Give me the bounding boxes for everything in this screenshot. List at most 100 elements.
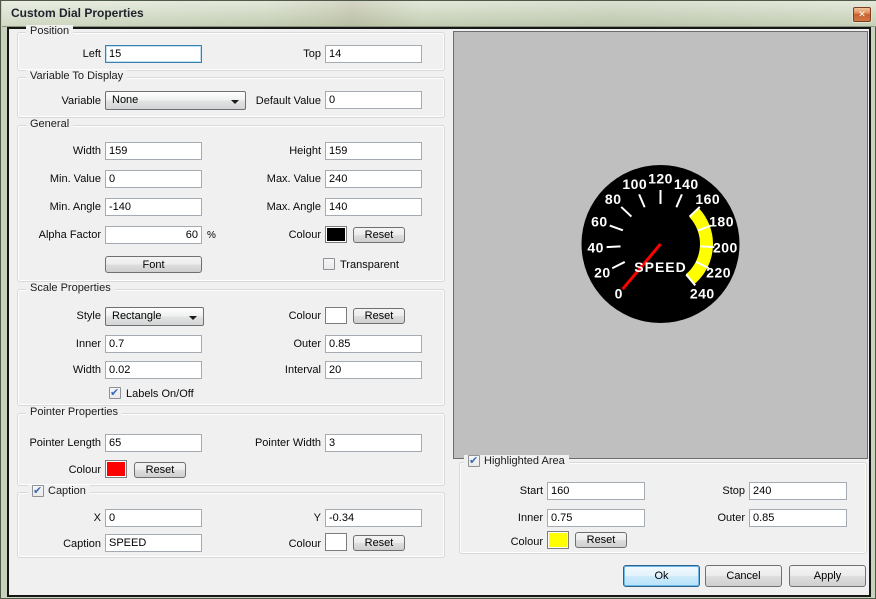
alpha-factor-field[interactable] <box>105 226 202 244</box>
caption-reset-button[interactable]: Reset <box>353 535 405 551</box>
top-field[interactable] <box>325 45 422 63</box>
default-value-label: Default Value <box>251 95 321 107</box>
transparent-label: Transparent <box>340 259 399 271</box>
window-title: Custom Dial Properties <box>11 6 144 20</box>
scale-outer-label: Outer <box>251 338 321 350</box>
close-button[interactable]: ✕ <box>853 7 871 22</box>
caption-y-label: Y <box>251 512 321 524</box>
pointer-length-label: Pointer Length <box>21 437 101 449</box>
max-value-label: Max. Value <box>251 173 321 185</box>
scale-colour-swatch[interactable] <box>325 307 347 324</box>
scale-interval-label: Interval <box>251 364 321 376</box>
top-label: Top <box>261 48 321 60</box>
highlight-inner-label: Inner <box>483 512 543 524</box>
caption-colour-swatch[interactable] <box>325 533 347 551</box>
variable-label: Variable <box>31 95 101 107</box>
variable-select[interactable]: None <box>105 91 246 110</box>
chevron-down-icon <box>231 100 239 104</box>
highlight-start-label: Start <box>483 485 543 497</box>
transparent-checkbox[interactable] <box>323 258 335 270</box>
general-reset-button[interactable]: Reset <box>353 227 405 243</box>
caption-text-label: Caption <box>31 538 101 550</box>
pointer-colour-swatch[interactable] <box>105 460 127 478</box>
svg-text:SPEED: SPEED <box>634 259 686 275</box>
highlight-stop-label: Stop <box>685 485 745 497</box>
svg-text:160: 160 <box>695 191 720 207</box>
scale-width-label: Width <box>31 364 101 376</box>
variable-select-value: None <box>112 94 138 106</box>
caption-x-label: X <box>31 512 101 524</box>
apply-button[interactable]: Apply <box>789 565 866 587</box>
general-group-label: General <box>26 118 73 130</box>
scale-colour-label: Colour <box>251 310 321 322</box>
cancel-button[interactable]: Cancel <box>705 565 782 587</box>
general-colour-swatch[interactable] <box>325 226 347 243</box>
scale-style-label: Style <box>31 310 101 322</box>
dial-preview: 020 40 60 80100120140160 180 200 220 240SPEED <box>453 31 868 459</box>
pointer-width-label: Pointer Width <box>241 437 321 449</box>
max-angle-label: Max. Angle <box>251 201 321 213</box>
max-value-field[interactable] <box>325 170 422 188</box>
svg-text:40: 40 <box>587 239 604 255</box>
svg-text:140: 140 <box>674 176 699 192</box>
width-label: Width <box>31 145 101 157</box>
pointer-length-field[interactable] <box>105 434 202 452</box>
caption-colour-label: Colour <box>251 538 321 550</box>
left-field[interactable] <box>105 45 202 63</box>
position-group-label: Position <box>26 25 73 37</box>
svg-text:100: 100 <box>622 176 647 192</box>
min-angle-field[interactable] <box>105 198 202 216</box>
svg-text:240: 240 <box>690 285 715 301</box>
font-button[interactable]: Font <box>105 256 202 273</box>
highlight-checkbox[interactable] <box>468 455 480 467</box>
chevron-down-icon <box>189 316 197 320</box>
min-value-field[interactable] <box>105 170 202 188</box>
svg-text:180: 180 <box>709 213 734 229</box>
svg-text:60: 60 <box>591 213 608 229</box>
scale-width-field[interactable] <box>105 361 202 379</box>
dial-gauge: 020 40 60 80100120140160 180 200 220 240SPEED <box>454 32 867 458</box>
highlight-group-label: Highlighted Area <box>484 455 565 467</box>
scale-reset-button[interactable]: Reset <box>353 308 405 324</box>
svg-text:200: 200 <box>713 239 738 255</box>
caption-group-label: Caption <box>48 485 86 497</box>
svg-text:80: 80 <box>605 191 622 207</box>
height-field[interactable] <box>325 142 422 160</box>
highlight-outer-label: Outer <box>685 512 745 524</box>
min-angle-label: Min. Angle <box>31 201 101 213</box>
labels-onoff-label: Labels On/Off <box>126 388 194 400</box>
height-label: Height <box>251 145 321 157</box>
highlight-stop-field[interactable] <box>749 482 847 500</box>
highlight-colour-label: Colour <box>483 536 543 548</box>
highlight-colour-swatch[interactable] <box>547 531 569 549</box>
titlebar: Custom Dial Properties <box>2 1 876 27</box>
scale-inner-field[interactable] <box>105 335 202 353</box>
default-value-field[interactable] <box>325 91 422 109</box>
highlight-inner-field[interactable] <box>547 509 645 527</box>
svg-text:120: 120 <box>648 171 673 187</box>
ok-button[interactable]: Ok <box>623 565 700 587</box>
percent-label: % <box>207 230 216 241</box>
max-angle-field[interactable] <box>325 198 422 216</box>
general-colour-label: Colour <box>251 229 321 241</box>
caption-checkbox[interactable] <box>32 485 44 497</box>
svg-text:220: 220 <box>706 265 731 281</box>
highlight-start-field[interactable] <box>547 482 645 500</box>
caption-x-field[interactable] <box>105 509 202 527</box>
pointer-width-field[interactable] <box>325 434 422 452</box>
labels-onoff-checkbox[interactable] <box>109 387 121 399</box>
highlight-outer-field[interactable] <box>749 509 847 527</box>
width-field[interactable] <box>105 142 202 160</box>
scale-interval-field[interactable] <box>325 361 422 379</box>
pointer-reset-button[interactable]: Reset <box>134 462 186 478</box>
scale-outer-field[interactable] <box>325 335 422 353</box>
highlight-reset-button[interactable]: Reset <box>575 532 627 548</box>
svg-text:20: 20 <box>594 265 611 281</box>
min-value-label: Min. Value <box>31 173 101 185</box>
alpha-factor-label: Alpha Factor <box>26 229 101 241</box>
left-label: Left <box>41 48 101 60</box>
caption-text-field[interactable] <box>105 534 202 552</box>
svg-text:0: 0 <box>615 285 623 301</box>
scale-style-select[interactable]: Rectangle <box>105 307 204 326</box>
caption-y-field[interactable] <box>325 509 422 527</box>
